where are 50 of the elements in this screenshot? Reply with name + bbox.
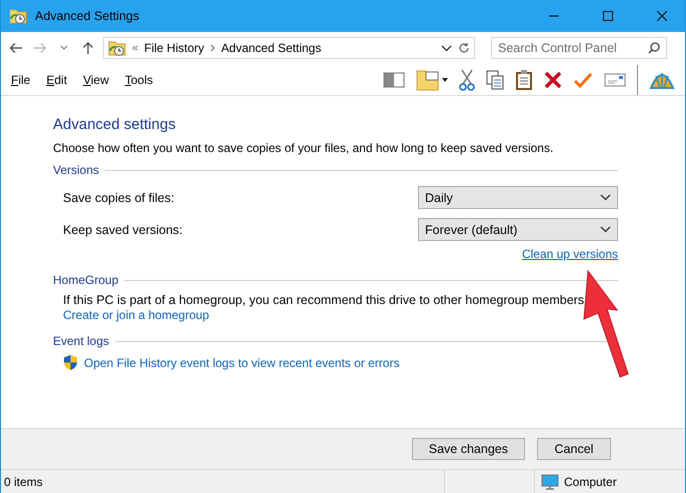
chevron-down-icon <box>600 226 611 233</box>
menu-item[interactable]: Tools <box>124 72 153 86</box>
search-icon <box>648 42 660 54</box>
address-bar[interactable]: « File History Advanced Settings <box>103 37 475 59</box>
link[interactable]: Clean up versions <box>522 247 618 261</box>
dialog-button[interactable]: Cancel <box>537 438 611 460</box>
setting-label: Save copies of files: <box>63 190 176 204</box>
back-arrow-icon <box>9 42 23 54</box>
menu-item[interactable]: File <box>11 72 30 86</box>
pane-icon[interactable] <box>383 70 405 88</box>
folder-clock-icon <box>9 7 27 25</box>
monitor-icon <box>541 474 559 490</box>
chevron-down-icon <box>600 194 611 201</box>
search-field[interactable]: Search Control Panel <box>491 37 667 59</box>
status-location: Computer <box>564 474 617 488</box>
delete-icon[interactable] <box>544 70 562 88</box>
menu-item[interactable]: View <box>83 72 109 86</box>
dropdown[interactable]: Daily <box>418 186 618 209</box>
breadcrumb[interactable]: Advanced Settings <box>221 41 322 55</box>
clipboard-icon[interactable] <box>515 68 533 90</box>
scissors-icon[interactable] <box>459 68 475 90</box>
setting-label: Keep saved versions: <box>63 222 184 236</box>
refresh-icon[interactable] <box>458 42 470 54</box>
link[interactable]: Create or join a homegroup <box>63 308 210 322</box>
dialog-button[interactable]: Save changes <box>412 438 525 460</box>
checkmark-icon[interactable] <box>573 70 593 88</box>
up-arrow-icon <box>82 41 94 55</box>
status-text: 0 items <box>4 474 43 488</box>
window-title: Advanced Settings <box>35 9 140 23</box>
chevron-right-icon <box>210 44 216 52</box>
section-title: Versions <box>53 163 100 177</box>
description: Choose how often you want to save copies of your files, and how long to keep saved versions. <box>53 141 554 155</box>
section-text: If this PC is part of a homegroup, you can recommend this drive to other homegroup members. <box>63 293 588 307</box>
breadcrumb[interactable]: File History <box>144 41 204 55</box>
address-prefix: « <box>132 42 138 54</box>
copy-icon[interactable] <box>486 70 504 90</box>
chevron-down-icon <box>441 44 452 52</box>
close-icon <box>657 11 667 21</box>
maximize-icon <box>603 11 613 21</box>
section-title: Event logs <box>53 334 110 348</box>
caret-icon <box>60 45 68 51</box>
forward-arrow-icon <box>33 42 47 54</box>
envelope-icon[interactable] <box>604 72 626 88</box>
page-heading: Advanced settings <box>53 116 177 133</box>
section-title: HomeGroup <box>53 273 118 287</box>
folder-icon[interactable] <box>416 68 448 90</box>
dropdown[interactable]: Forever (default) <box>418 218 618 241</box>
menu-item[interactable]: Edit <box>46 72 68 86</box>
folder-clock-icon <box>108 39 126 57</box>
link[interactable]: Open File History event logs to view recent events or errors <box>84 356 400 370</box>
